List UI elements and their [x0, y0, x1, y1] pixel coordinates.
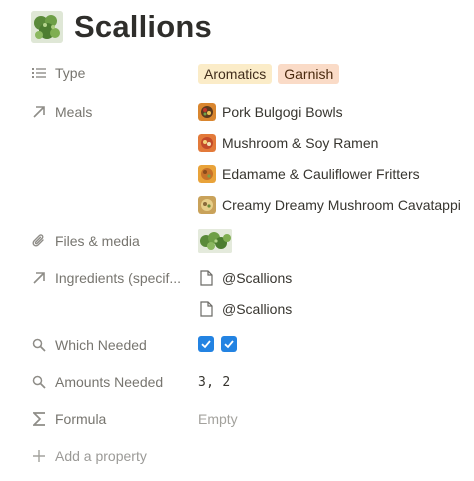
amounts-needed-value: 3, 2: [198, 374, 231, 390]
pasta-food-icon: [198, 196, 216, 214]
property-label-formula[interactable]: Formula: [31, 409, 106, 429]
property-label-type[interactable]: Type: [31, 63, 85, 83]
which-needed-value: [198, 334, 244, 354]
property-label-text: Type: [55, 65, 86, 81]
ingredient-link[interactable]: @Scallions: [198, 299, 292, 319]
meal-link[interactable]: Pork Bulgogi Bowls: [198, 102, 343, 122]
property-label-files[interactable]: Files & media: [31, 231, 140, 251]
tag-aromatics[interactable]: Aromatics: [198, 64, 273, 84]
property-label-ingredients[interactable]: Ingredients (specif...: [31, 268, 181, 288]
bowl-food-icon: [198, 103, 216, 121]
property-label-text: Formula: [55, 411, 107, 427]
arrow-up-right-icon: [31, 104, 47, 120]
property-label-which-needed[interactable]: Which Needed: [31, 335, 147, 355]
ingredient-link-label: @Scallions: [222, 301, 293, 317]
meal-link-label: Mushroom & Soy Ramen: [222, 135, 379, 151]
property-label-text: Which Needed: [55, 337, 147, 353]
meal-link[interactable]: Edamame & Cauliflower Fritters: [198, 164, 420, 184]
search-icon: [31, 374, 47, 390]
property-label-text: Ingredients (specif...: [55, 270, 182, 286]
property-label-meals[interactable]: Meals: [31, 102, 92, 122]
property-label-text: Amounts Needed: [55, 374, 164, 390]
list-icon: [31, 65, 47, 81]
formula-value[interactable]: Empty: [198, 409, 238, 429]
fritters-food-icon: [198, 165, 216, 183]
ingredient-link[interactable]: @Scallions: [198, 268, 292, 288]
document-icon: [198, 300, 214, 318]
meal-link[interactable]: Creamy Dreamy Mushroom Cavatappi: [198, 195, 461, 215]
sigma-icon: [31, 411, 47, 427]
files-value[interactable]: [198, 229, 232, 253]
property-label-text: Files & media: [55, 233, 140, 249]
meal-link-label: Edamame & Cauliflower Fritters: [222, 166, 420, 182]
property-label-text: Meals: [55, 104, 93, 120]
search-icon: [31, 337, 47, 353]
meal-link-label: Pork Bulgogi Bowls: [222, 104, 343, 120]
meal-link[interactable]: Mushroom & Soy Ramen: [198, 133, 378, 153]
scallion-photo-icon[interactable]: [31, 11, 63, 43]
type-value[interactable]: Aromatics Garnish: [198, 64, 345, 84]
ingredient-link-label: @Scallions: [222, 270, 293, 286]
document-icon: [198, 269, 214, 287]
paperclip-icon: [31, 233, 47, 249]
checkbox-checked[interactable]: [221, 336, 237, 352]
page-header: Scallions: [31, 9, 212, 45]
meal-link-label: Creamy Dreamy Mushroom Cavatappi: [222, 197, 461, 213]
page: Scallions Type Aromatics Garnish Meals P…: [0, 0, 474, 481]
scallion-thumbnail[interactable]: [198, 229, 232, 253]
property-label-amounts-needed[interactable]: Amounts Needed: [31, 372, 163, 392]
plus-icon: [31, 448, 47, 464]
ramen-food-icon: [198, 134, 216, 152]
add-property-button[interactable]: Add a property: [31, 446, 147, 466]
add-property-label: Add a property: [55, 448, 147, 464]
arrow-up-right-icon: [31, 270, 47, 286]
checkbox-checked[interactable]: [198, 336, 214, 352]
page-title[interactable]: Scallions: [74, 9, 212, 45]
tag-garnish[interactable]: Garnish: [278, 64, 340, 84]
